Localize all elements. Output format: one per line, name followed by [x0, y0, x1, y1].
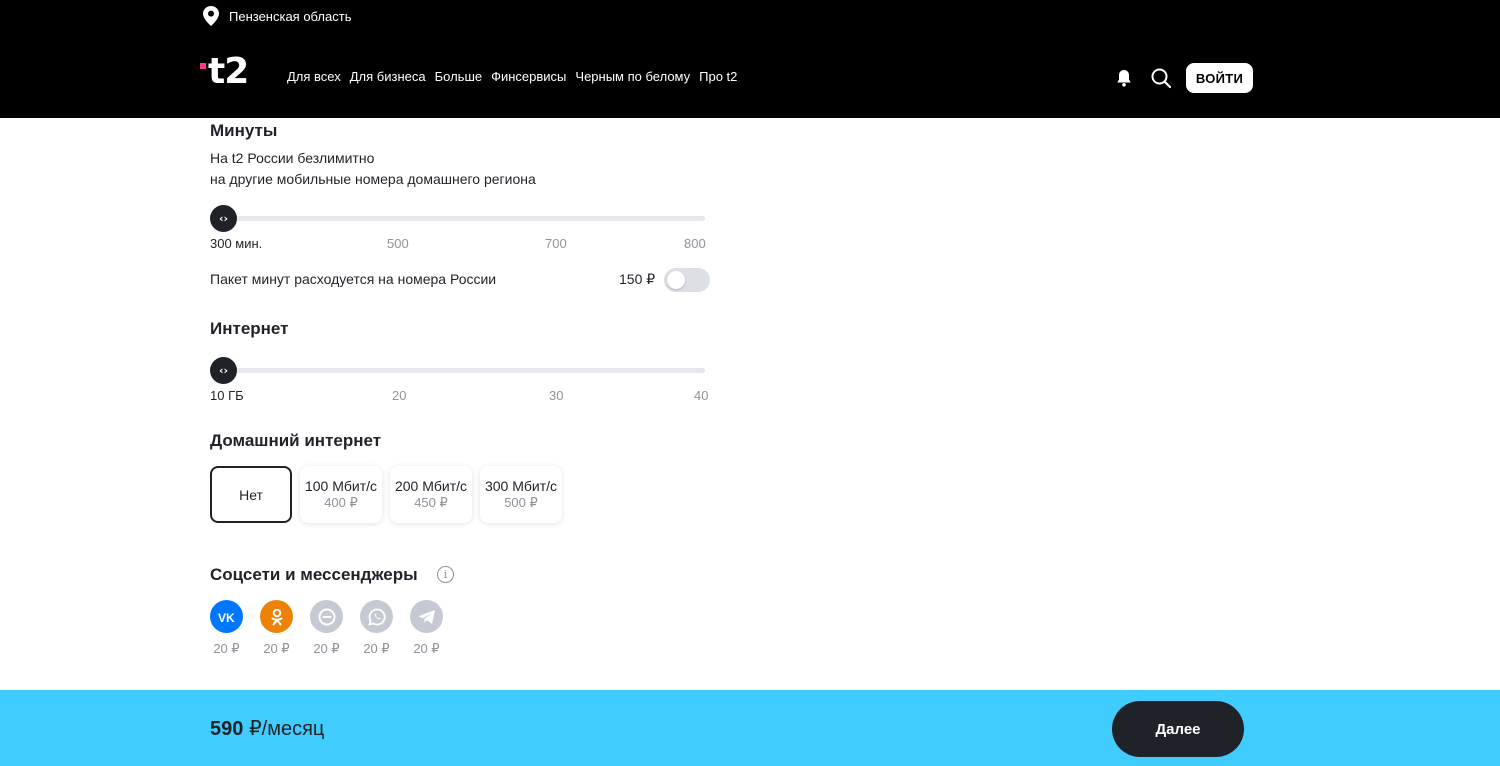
minutes-slider[interactable]: ‹›: [210, 204, 710, 232]
minutes-tick[interactable]: 300 мин.: [210, 236, 262, 251]
russia-minutes-row: Пакет минут расходуется на номера России…: [210, 268, 710, 292]
minutes-title: Минуты: [210, 121, 278, 140]
internet-slider[interactable]: ‹›: [210, 356, 710, 384]
social-price: 20 ₽: [363, 641, 390, 656]
home-internet-title: Домашний интернет: [210, 431, 382, 450]
internet-title: Интернет: [210, 319, 289, 338]
home-internet-option-none[interactable]: Нет: [210, 466, 292, 523]
telegram-icon[interactable]: [410, 600, 443, 633]
internet-tick[interactable]: 20: [392, 388, 406, 403]
social-chat[interactable]: 20 ₽: [310, 600, 343, 657]
nav-item-about-t2[interactable]: Про t2: [699, 69, 737, 84]
site-header: Пензенская область t2 Для всех Для бизне…: [0, 0, 1500, 118]
total-price: 590: [210, 718, 244, 740]
social-price: 20 ₽: [413, 641, 440, 656]
minutes-tick[interactable]: 800: [684, 236, 706, 251]
nav-item-finservices[interactable]: Финсервисы: [491, 69, 566, 84]
internet-slider-track[interactable]: [224, 368, 705, 373]
main-nav: Для всех Для бизнеса Больше Финсервисы Ч…: [287, 69, 746, 84]
logo-text: t2: [208, 51, 249, 92]
arrows-icon: ‹›: [218, 364, 229, 377]
social-price: 20 ₽: [213, 641, 240, 656]
russia-minutes-toggle[interactable]: [664, 268, 710, 292]
minutes-description: На t2 России безлимитно на другие мобиль…: [210, 148, 536, 190]
ok-icon[interactable]: [260, 600, 293, 633]
chat-icon[interactable]: [310, 600, 343, 633]
internet-tick[interactable]: 30: [549, 388, 563, 403]
option-label: 200 Мбит/с: [394, 478, 468, 494]
search-icon[interactable]: [1150, 67, 1172, 89]
social-price: 20 ₽: [263, 641, 290, 656]
region-label: Пензенская область: [229, 8, 352, 24]
social-whatsapp[interactable]: 20 ₽: [360, 600, 393, 657]
t2-logo[interactable]: t2: [200, 51, 254, 97]
location-pin-icon: [203, 6, 219, 26]
total-suffix: ₽/месяц: [248, 718, 325, 740]
minutes-slider-track[interactable]: [224, 216, 705, 221]
minutes-ticks: 300 мин. 500 700 800: [210, 236, 710, 252]
region-selector[interactable]: Пензенская область: [203, 6, 351, 26]
nav-item-for-all[interactable]: Для всех: [287, 69, 341, 84]
internet-tick[interactable]: 10 ГБ: [210, 388, 244, 403]
arrows-icon: ‹›: [218, 212, 229, 225]
option-label: Нет: [239, 486, 263, 503]
nav-item-more[interactable]: Больше: [435, 69, 483, 84]
socials-list: VK 20 ₽ 20 ₽ 20 ₽ 20 ₽ 20 ₽: [210, 600, 443, 657]
social-price: 20 ₽: [313, 641, 340, 656]
home-internet-option-300[interactable]: 300 Мбит/с 500 ₽: [480, 466, 562, 523]
option-label: 100 Мбит/с: [304, 478, 378, 494]
option-label: 300 Мбит/с: [484, 478, 558, 494]
toggle-knob: [667, 271, 685, 289]
option-price: 400 ₽: [324, 495, 358, 510]
home-internet-option-100[interactable]: 100 Мбит/с 400 ₽: [300, 466, 382, 523]
socials-title: Соцсети и мессенджеры: [210, 565, 418, 584]
vk-icon[interactable]: VK: [210, 600, 243, 633]
whatsapp-icon[interactable]: [360, 600, 393, 633]
svg-text:VK: VK: [218, 611, 235, 623]
internet-ticks: 10 ГБ 20 30 40: [210, 388, 710, 404]
monthly-total: 590 ₽/месяц: [210, 716, 324, 741]
logo-dot: [200, 63, 206, 69]
minutes-slider-thumb[interactable]: ‹›: [210, 205, 237, 232]
home-internet-option-200[interactable]: 200 Мбит/с 450 ₽: [390, 466, 472, 523]
nav-item-black-on-white[interactable]: Черным по белому: [575, 69, 690, 84]
minutes-desc-line2: на другие мобильные номера домашнего рег…: [210, 171, 536, 187]
social-telegram[interactable]: 20 ₽: [410, 600, 443, 657]
option-price: 450 ₽: [414, 495, 448, 510]
home-internet-options: Нет 100 Мбит/с 400 ₽ 200 Мбит/с 450 ₽ 30…: [210, 466, 562, 523]
minutes-tick[interactable]: 700: [545, 236, 567, 251]
social-ok[interactable]: 20 ₽: [260, 600, 293, 657]
internet-tick[interactable]: 40: [694, 388, 708, 403]
russia-minutes-price: 150 ₽: [619, 271, 656, 287]
minutes-tick[interactable]: 500: [387, 236, 409, 251]
login-button[interactable]: ВОЙТИ: [1186, 63, 1253, 93]
option-price: 500 ₽: [504, 495, 538, 510]
nav-item-for-business[interactable]: Для бизнеса: [350, 69, 426, 84]
internet-slider-thumb[interactable]: ‹›: [210, 357, 237, 384]
price-footer: 590 ₽/месяц Далее: [0, 690, 1500, 766]
info-icon[interactable]: i: [437, 566, 454, 583]
russia-minutes-label: Пакет минут расходуется на номера России: [210, 271, 497, 287]
minutes-desc-line1: На t2 России безлимитно: [210, 150, 375, 166]
bell-icon[interactable]: [1114, 68, 1134, 88]
social-vk[interactable]: VK 20 ₽: [210, 600, 243, 657]
next-button[interactable]: Далее: [1112, 701, 1244, 757]
